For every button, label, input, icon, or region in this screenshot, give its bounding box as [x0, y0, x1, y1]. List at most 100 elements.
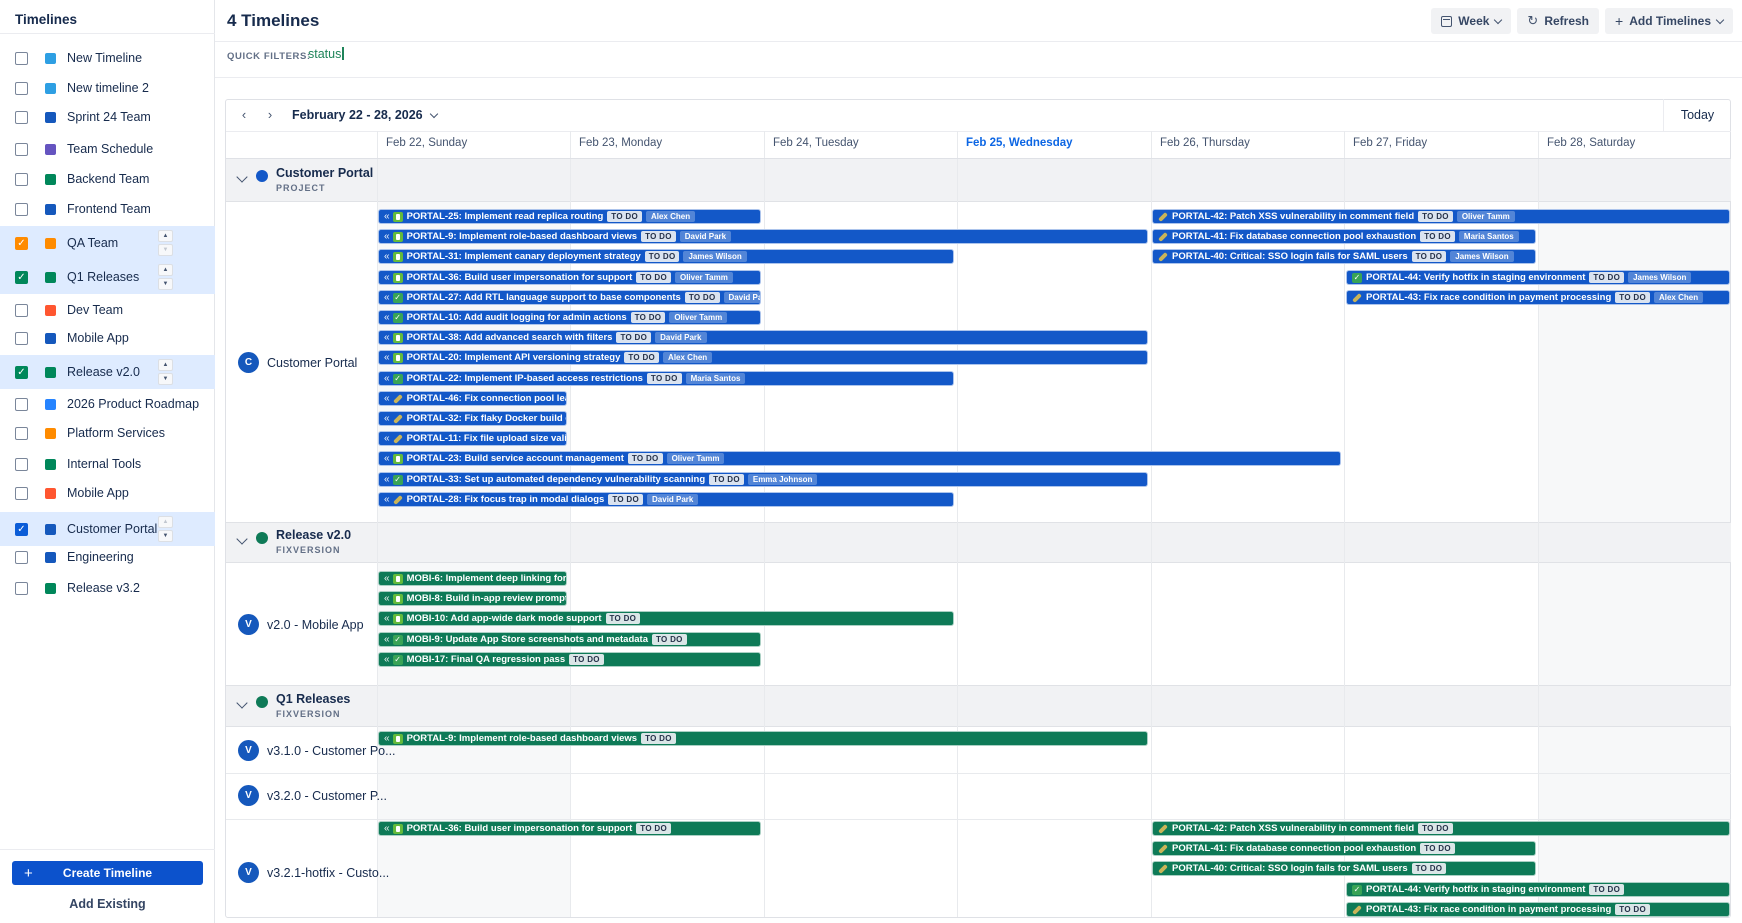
- issue-bar-mobi-17[interactable]: «✓MOBI-17: Final QA regression passTO DO: [378, 652, 761, 667]
- sidebar-item-label: Platform Services: [67, 426, 165, 440]
- refresh-button[interactable]: ↻Refresh: [1517, 8, 1599, 34]
- issue-bar-portal-23[interactable]: «PORTAL-23: Build service account manage…: [378, 451, 1341, 466]
- checkbox[interactable]: [15, 398, 28, 411]
- sidebar-item-2026-product-roadmap[interactable]: 2026 Product Roadmap: [0, 389, 215, 419]
- today-button[interactable]: Today: [1663, 99, 1731, 131]
- issue-bar-portal-20[interactable]: «PORTAL-20: Implement API versioning str…: [378, 350, 1148, 365]
- checkbox[interactable]: [15, 82, 28, 95]
- checkbox-checked[interactable]: ✓: [15, 366, 28, 379]
- status-chip: TO DO: [1412, 251, 1447, 262]
- sidebar-item-q1-releases[interactable]: ✓Q1 Releases ▲▼: [0, 260, 215, 294]
- prev-week-button[interactable]: ‹: [235, 106, 253, 124]
- checkbox[interactable]: [15, 173, 28, 186]
- checkbox[interactable]: [15, 582, 28, 595]
- issue-bar-mobi-6[interactable]: «MOBI-6: Implement deep linking for ca: [378, 571, 567, 586]
- bug-icon: [1158, 844, 1168, 854]
- checkbox[interactable]: [15, 458, 28, 471]
- issue-bar-portal-22[interactable]: «✓PORTAL-22: Implement IP-based access r…: [378, 371, 954, 386]
- move-up-button[interactable]: ▲: [158, 264, 173, 276]
- issue-bar-portal-43-hotfix[interactable]: PORTAL-43: Fix race condition in payment…: [1346, 902, 1730, 917]
- checkbox[interactable]: [15, 304, 28, 317]
- sidebar-item-sprint-24-team[interactable]: Sprint 24 Team: [0, 102, 215, 132]
- issue-bar-portal-41[interactable]: PORTAL-41: Fix database connection pool …: [1152, 229, 1536, 244]
- status-chip: TO DO: [647, 373, 682, 384]
- sidebar-item-mobile-app[interactable]: Mobile App: [0, 323, 215, 353]
- issue-bar-portal-27[interactable]: «✓PORTAL-27: Add RTL language support to…: [378, 290, 761, 305]
- issue-bar-portal-40-hotfix[interactable]: PORTAL-40: Critical: SSO login fails for…: [1152, 861, 1536, 876]
- checkbox[interactable]: [15, 52, 28, 65]
- issue-bar-portal-42[interactable]: PORTAL-42: Patch XSS vulnerability in co…: [1152, 209, 1730, 224]
- assignee-chip: Oliver Tamm: [669, 312, 727, 323]
- issue-bar-portal-44[interactable]: ✓PORTAL-44: Verify hotfix in staging env…: [1346, 270, 1730, 285]
- sidebar-item-release-v3-2[interactable]: Release v3.2: [0, 573, 215, 603]
- checkbox[interactable]: [15, 143, 28, 156]
- issue-bar-portal-40[interactable]: PORTAL-40: Critical: SSO login fails for…: [1152, 249, 1536, 264]
- move-down-button[interactable]: ▼: [158, 373, 173, 385]
- issue-bar-portal-25[interactable]: «PORTAL-25: Implement read replica routi…: [378, 209, 761, 224]
- issue-bar-mobi-10[interactable]: «MOBI-10: Add app-wide dark mode support…: [378, 611, 954, 626]
- checkbox[interactable]: [15, 203, 28, 216]
- task-icon: ✓: [393, 293, 403, 303]
- checkbox-checked[interactable]: ✓: [15, 271, 28, 284]
- continues-left-icon: «: [384, 572, 390, 585]
- issue-bar-portal-11[interactable]: «PORTAL-11: Fix file upload size validat…: [378, 431, 567, 446]
- sidebar-item-platform-services[interactable]: Platform Services: [0, 418, 215, 448]
- move-down-button[interactable]: ▼: [158, 244, 173, 256]
- checkbox[interactable]: [15, 551, 28, 564]
- issue-bar-portal-31[interactable]: «PORTAL-31: Implement canary deployment …: [378, 249, 954, 264]
- checkbox[interactable]: [15, 427, 28, 440]
- date-range-selector[interactable]: February 22 - 28, 2026: [292, 108, 437, 122]
- sidebar-item-engineering[interactable]: Engineering: [0, 542, 215, 572]
- issue-bar-portal-28[interactable]: «PORTAL-28: Fix focus trap in modal dial…: [378, 492, 954, 507]
- row-divider: [226, 773, 1731, 774]
- checkbox-checked[interactable]: ✓: [15, 237, 28, 250]
- sidebar-item-qa-team[interactable]: ✓QA Team ▲▼: [0, 226, 215, 260]
- sidebar-item-backend-team[interactable]: Backend Team: [0, 164, 215, 194]
- sidebar-item-new-timeline[interactable]: New Timeline: [0, 43, 215, 73]
- issue-bar-portal-33[interactable]: «✓PORTAL-33: Set up automated dependency…: [378, 472, 1148, 487]
- issue-bar-portal-44-hotfix[interactable]: ✓PORTAL-44: Verify hotfix in staging env…: [1346, 882, 1730, 897]
- sidebar-item-team-schedule[interactable]: Team Schedule: [0, 134, 215, 164]
- assignee-chip: Alex Chen: [646, 211, 695, 222]
- issue-bar-portal-9[interactable]: «PORTAL-9: Implement role-based dashboar…: [378, 229, 1148, 244]
- sidebar-item-release-v2[interactable]: ✓Release v2.0 ▲▼: [0, 355, 215, 389]
- next-week-button[interactable]: ›: [261, 106, 279, 124]
- issue-bar-mobi-9[interactable]: «✓MOBI-9: Update App Store screenshots a…: [378, 632, 761, 647]
- checkbox[interactable]: [15, 332, 28, 345]
- create-timeline-button[interactable]: +Create Timeline: [12, 861, 203, 885]
- sidebar-item-frontend-team[interactable]: Frontend Team: [0, 194, 215, 224]
- issue-bar-portal-42-hotfix[interactable]: PORTAL-42: Patch XSS vulnerability in co…: [1152, 821, 1730, 836]
- move-down-button[interactable]: ▼: [158, 278, 173, 290]
- week-view-button[interactable]: Week: [1431, 8, 1511, 34]
- add-timelines-button[interactable]: +Add Timelines: [1605, 8, 1733, 34]
- issue-bar-portal-9-v310[interactable]: «PORTAL-9: Implement role-based dashboar…: [378, 731, 1148, 746]
- add-existing-button[interactable]: Add Existing: [0, 897, 215, 911]
- issue-bar-mobi-8[interactable]: «MOBI-8: Build in-app review promptTO DO: [378, 591, 567, 606]
- issue-bar-portal-46[interactable]: «PORTAL-46: Fix connection pool leak u: [378, 391, 567, 406]
- sidebar-item-mobile-app-2[interactable]: Mobile App: [0, 478, 215, 508]
- checkbox[interactable]: [15, 111, 28, 124]
- sidebar-item-internal-tools[interactable]: Internal Tools: [0, 449, 215, 479]
- sidebar-item-dev-team[interactable]: Dev Team: [0, 295, 215, 325]
- bug-icon: [393, 434, 403, 444]
- checkbox-checked[interactable]: ✓: [15, 523, 28, 536]
- issue-bar-portal-10[interactable]: «✓PORTAL-10: Add audit logging for admin…: [378, 310, 761, 325]
- status-chip: TO DO: [624, 352, 659, 363]
- issue-bar-portal-38[interactable]: «PORTAL-38: Add advanced search with fil…: [378, 330, 1148, 345]
- issue-bar-portal-43[interactable]: PORTAL-43: Fix race condition in payment…: [1346, 290, 1730, 305]
- move-up-button[interactable]: ▲: [158, 359, 173, 371]
- sidebar-item-label: Dev Team: [67, 303, 123, 317]
- move-down-button[interactable]: ▼: [158, 530, 173, 542]
- move-up-button[interactable]: ▲: [158, 230, 173, 242]
- issue-bar-portal-36-hotfix[interactable]: «PORTAL-36: Build user impersonation for…: [378, 821, 761, 836]
- status-chip: TO DO: [641, 231, 676, 242]
- checkbox[interactable]: [15, 487, 28, 500]
- issue-bar-portal-36[interactable]: «PORTAL-36: Build user impersonation for…: [378, 270, 761, 285]
- quick-filter-input[interactable]: status: [308, 47, 368, 61]
- issue-bar-portal-41-hotfix[interactable]: PORTAL-41: Fix database connection pool …: [1152, 841, 1536, 856]
- sidebar-item-customer-portal[interactable]: ✓Customer Portal ▲▼: [0, 512, 215, 546]
- bug-icon: [1158, 864, 1168, 874]
- issue-bar-portal-32[interactable]: «PORTAL-32: Fix flaky Docker build cac: [378, 411, 567, 426]
- move-up-button[interactable]: ▲: [158, 516, 173, 528]
- sidebar-item-new-timeline-2[interactable]: New timeline 2: [0, 73, 215, 103]
